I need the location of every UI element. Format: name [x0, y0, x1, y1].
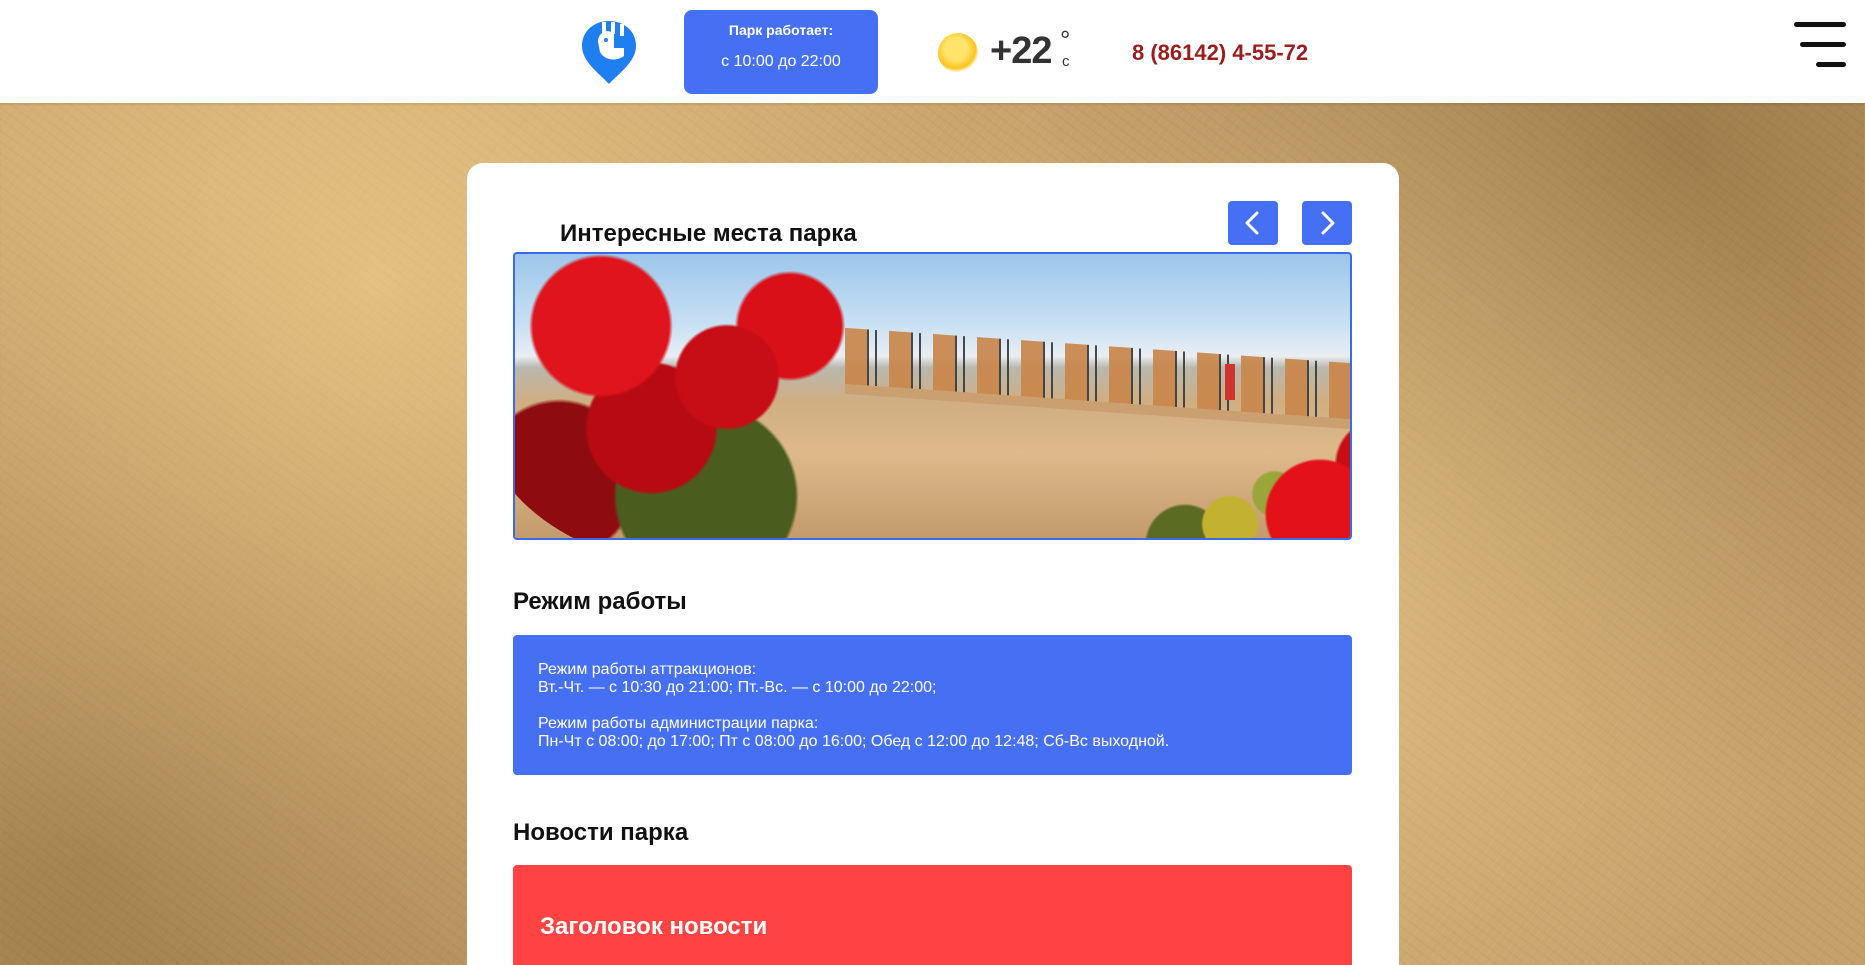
- chevron-left-icon: [1245, 211, 1259, 235]
- news-card[interactable]: Заголовок новости: [513, 865, 1352, 965]
- park-logo-icon[interactable]: [578, 18, 640, 86]
- news-heading[interactable]: Заголовок новости: [540, 913, 767, 941]
- chevron-right-icon: [1321, 211, 1335, 235]
- slider-next-button[interactable]: [1302, 201, 1352, 245]
- temperature-value: +22: [990, 30, 1052, 72]
- attractions-label: Режим работы аттракционов:: [538, 661, 757, 678]
- site-header: Парк работает: с 10:00 до 22:00 +22 ° c …: [0, 0, 1865, 103]
- roses-right: [1095, 374, 1350, 538]
- phone-link[interactable]: 8 (86142) 4-55-72: [1132, 40, 1308, 66]
- park-hours-badge: Парк работает: с 10:00 до 22:00: [684, 10, 878, 94]
- sun-icon: [938, 33, 978, 73]
- degree-symbol: °: [1060, 25, 1071, 55]
- admin-hours: Пн-Чт с 08:00; до 17:00; Пт с 08:00 до 1…: [538, 733, 1170, 750]
- slider-prev-button[interactable]: [1228, 201, 1278, 245]
- schedule-title: Режим работы: [513, 588, 687, 615]
- schedule-box: Режим работы аттракционов: Вт.-Чт. — с 1…: [513, 635, 1352, 775]
- menu-burger-icon[interactable]: [1790, 20, 1846, 68]
- hours-value: с 10:00 до 22:00: [721, 53, 841, 70]
- news-title: Новости парка: [513, 819, 689, 846]
- roses-left: [515, 254, 895, 538]
- attractions-hours: Вт.-Чт. — с 10:30 до 21:00; Пт.-Вс. — с …: [538, 679, 937, 696]
- slider-title: Интересные места парка: [560, 220, 857, 247]
- degree-unit: c: [1062, 53, 1070, 70]
- slider-image[interactable]: [513, 252, 1352, 540]
- hours-label: Парк работает:: [728, 22, 834, 38]
- admin-label: Режим работы администрации парка:: [538, 715, 819, 732]
